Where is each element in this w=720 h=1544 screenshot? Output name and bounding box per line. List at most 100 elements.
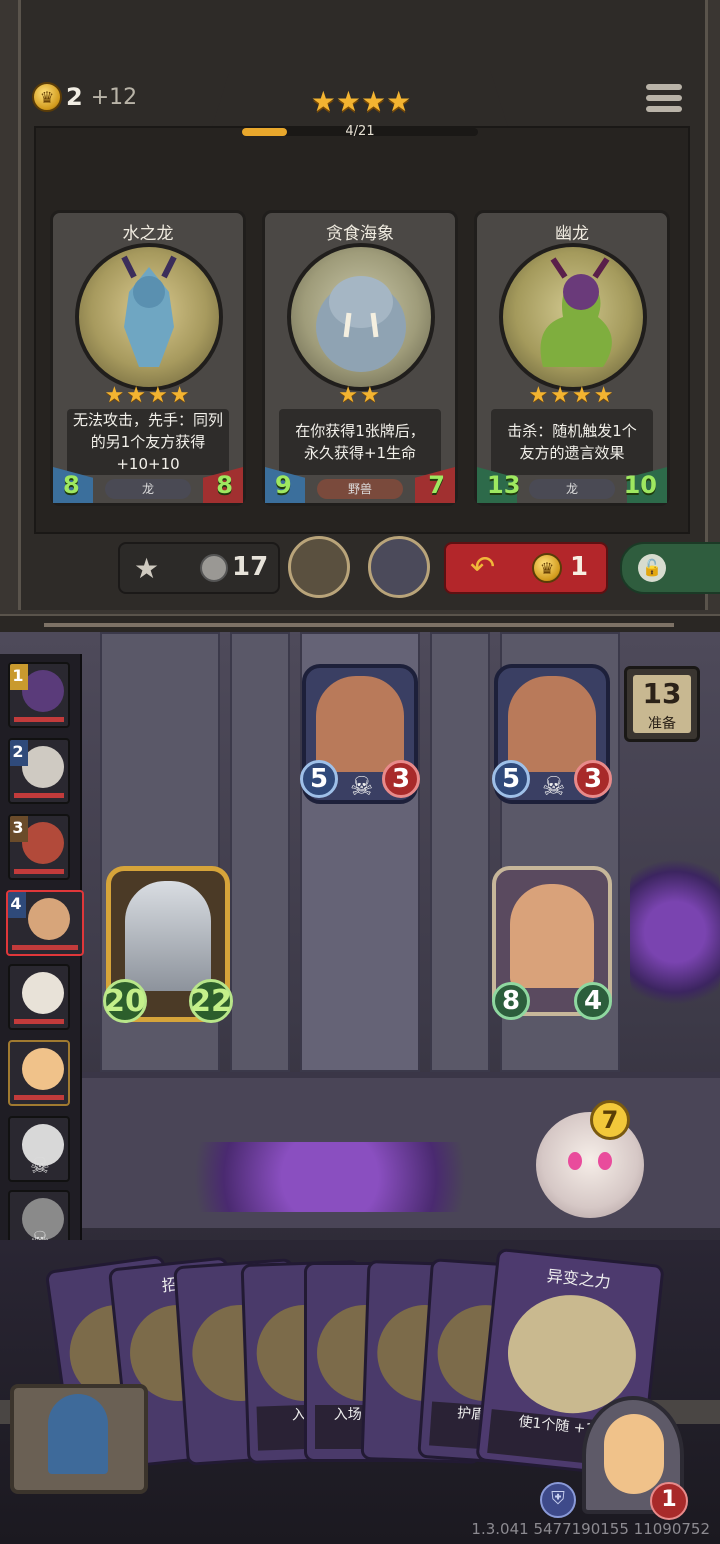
- minion-attack: 8: [492, 982, 530, 1020]
- water-dragon-art: [75, 243, 223, 391]
- rank-badge: 1: [10, 664, 28, 690]
- card-tribe: 龙: [529, 479, 615, 499]
- desc-line: 无法攻击，先手：同列: [72, 411, 223, 429]
- leaderboard-player[interactable]: 3: [8, 814, 70, 880]
- minion-health: 3: [574, 760, 612, 798]
- refresh-cost: 1: [570, 552, 589, 582]
- shop-card-ghost-dragon[interactable]: 幽龙 ★★★★ 击杀：随机触发1个 友方的遗言效果 13 龙 10: [474, 210, 670, 506]
- card-description: 在你获得1张牌后， 永久获得+1生命: [279, 409, 441, 475]
- card-description: 击杀：随机触发1个 友方的遗言效果: [491, 409, 653, 475]
- pet-badge: 7: [590, 1100, 630, 1140]
- rank-badge: 3: [10, 816, 28, 842]
- player-avatar: [22, 972, 64, 1014]
- player-health-bar: [14, 793, 64, 798]
- version-text: 1.3.041 5477190155 11090752: [471, 1520, 710, 1538]
- card-stars: ★★: [338, 383, 382, 408]
- rose-bush: [630, 842, 720, 1022]
- gladiator-art: [508, 676, 596, 772]
- leaderboard-player-current[interactable]: 4: [6, 890, 84, 956]
- leaderboard-player-eliminated[interactable]: ☠: [8, 1116, 70, 1182]
- player-health-bar: [14, 869, 64, 874]
- desc-line: 永久获得+1生命: [303, 444, 417, 462]
- refresh-icon: ↶: [470, 550, 496, 585]
- freeze-button[interactable]: 🔓: [620, 542, 720, 594]
- star-icon: ★: [310, 85, 336, 118]
- star-icon: ★: [361, 85, 387, 118]
- hero-health: 1: [650, 1482, 688, 1520]
- shop-card-water-dragon[interactable]: 水之龙 ★★★★ 无法攻击，先手：同列 的另1个友方获得 +10+10 8 龙 …: [50, 210, 246, 506]
- card-attack: 8: [63, 471, 80, 499]
- gold-coin-icon: ♛: [532, 553, 562, 583]
- card-tribe: 龙: [105, 479, 191, 499]
- gold-income: +12: [90, 84, 138, 110]
- player-health-bar: [14, 1019, 64, 1024]
- enemy-minion[interactable]: ☠ 5 3: [492, 664, 612, 804]
- rose-bush: [140, 1142, 520, 1212]
- desc-line: 击杀：随机触发1个: [507, 422, 637, 440]
- ready-count: 13: [642, 677, 682, 710]
- player-avatar: [22, 746, 64, 788]
- desc-line: 友方的遗言效果: [519, 444, 625, 462]
- player-avatar: [22, 670, 64, 712]
- card-description: 无法攻击，先手：同列 的另1个友方获得 +10+10: [67, 409, 229, 475]
- player-avatar: [22, 1048, 64, 1090]
- refresh-button[interactable]: ↶ ♛ 1: [444, 542, 608, 594]
- minion-health: 4: [574, 982, 612, 1020]
- sword-trinket-icon[interactable]: [368, 536, 430, 598]
- menu-icon[interactable]: [646, 84, 682, 114]
- lock-icon: 🔓: [638, 554, 666, 582]
- hero-power-box[interactable]: [10, 1384, 148, 1494]
- minion-health: 3: [382, 760, 420, 798]
- card-name: 幽龙: [555, 224, 589, 244]
- upgrade-star-icon: ★: [134, 552, 160, 585]
- card-health: 10: [623, 471, 657, 499]
- walrus-art: [287, 243, 435, 391]
- desc-line: 的另1个友方获得: [90, 433, 206, 451]
- rank-badge: 2: [10, 740, 28, 766]
- star-icon: ★: [386, 85, 412, 118]
- enemy-minion[interactable]: ☠ 5 3: [300, 664, 420, 804]
- pocket-watch-icon[interactable]: [288, 536, 350, 598]
- hero-avatar: [604, 1414, 664, 1494]
- minion-attack: 20: [103, 979, 147, 1023]
- leaderboard-player[interactable]: [8, 964, 70, 1030]
- minion-attack: 5: [300, 760, 338, 798]
- rank-badge: 4: [8, 892, 26, 918]
- player-health-bar: [12, 945, 78, 950]
- card-stars: ★★★★: [104, 383, 192, 408]
- ghost-dragon-art: [499, 243, 647, 391]
- soldier-art: [510, 884, 594, 988]
- card-attack: 13: [487, 471, 521, 499]
- ready-label: 准备: [648, 716, 676, 732]
- minion-health: 22: [189, 979, 233, 1023]
- card-name: 贪食海象: [326, 224, 394, 244]
- hand-card-title: 异变之力: [545, 1266, 612, 1292]
- wall-panel: [430, 632, 490, 1072]
- player-health-bar: [14, 1095, 64, 1100]
- card-health: 8: [216, 471, 233, 499]
- gold-amount: 2: [66, 83, 83, 111]
- my-minion-knight[interactable]: 20 22: [103, 866, 233, 1023]
- tier-stars: ★★★★: [296, 88, 426, 116]
- leaderboard-player[interactable]: 2: [8, 738, 70, 804]
- upgrade-button[interactable]: ★ 17: [118, 542, 280, 594]
- player-avatar: [28, 898, 70, 940]
- leaderboard-player[interactable]: 1: [8, 662, 70, 728]
- skull-icon: ☠: [30, 1154, 50, 1179]
- my-minion-soldier[interactable]: 8 4: [492, 866, 612, 1020]
- wall-panel: [230, 632, 290, 1072]
- gladiator-art: [316, 676, 404, 772]
- ready-counter: 13 准备: [624, 666, 700, 742]
- player-health-bar: [14, 717, 64, 722]
- upgrade-cost: 17: [232, 552, 269, 582]
- skull-icon: ☠: [542, 772, 566, 802]
- xp-progress-text: 4/21: [345, 124, 375, 139]
- knight-art: [125, 881, 211, 991]
- shop-card-walrus[interactable]: 贪食海象 ★★ 在你获得1张牌后， 永久获得+1生命 9 野兽 7: [262, 210, 458, 506]
- card-stars: ★★★★: [528, 383, 616, 408]
- minion-attack: 5: [492, 760, 530, 798]
- desc-line: 在你获得1张牌后，: [295, 422, 425, 440]
- xp-bar-fill: [242, 128, 287, 136]
- leaderboard-player[interactable]: [8, 1040, 70, 1106]
- card-name: 水之龙: [122, 224, 174, 244]
